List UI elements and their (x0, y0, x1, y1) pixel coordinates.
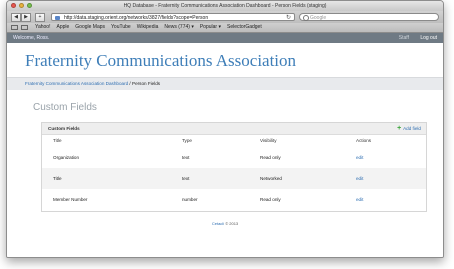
address-url: http://data.staging.orient.org/networks/… (64, 15, 209, 21)
bookmark-wikipedia[interactable]: Wikipedia (137, 23, 159, 32)
reload-icon[interactable]: ↻ (286, 14, 291, 20)
table-header-row: Title Type Visibility Actions (42, 135, 426, 147)
page-footer: Cetacli © 2013 (7, 221, 443, 226)
bookmark-popular[interactable]: Popular ▾ (200, 23, 221, 32)
column-header-visibility: Visibility (260, 138, 277, 143)
window-title: HQ Database - Fraternity Communications … (123, 3, 327, 9)
site-header: Fraternity Communications Association (7, 43, 443, 77)
column-header-actions: Actions (356, 138, 372, 143)
window-controls (11, 3, 32, 8)
welcome-text: Welcome, Ross. (13, 35, 50, 41)
add-field-button[interactable]: + Add field (397, 123, 421, 134)
minimize-window-button[interactable] (19, 3, 24, 8)
add-bookmark-button[interactable]: + (35, 13, 45, 22)
bookmark-youtube[interactable]: YouTube (111, 23, 131, 32)
panel-title: Custom Fields (48, 126, 80, 131)
organization-title[interactable]: Fraternity Communications Association (25, 51, 296, 71)
column-header-title: Title (53, 138, 62, 143)
custom-fields-panel: Custom Fields + Add field Title Type Visi… (41, 122, 427, 212)
edit-link[interactable]: edit (356, 189, 363, 210)
edit-link[interactable]: edit (356, 168, 363, 189)
reading-list-icon[interactable] (21, 25, 28, 30)
address-bar[interactable]: http://data.staging.orient.org/networks/… (51, 13, 295, 21)
field-title-cell: Organization (53, 155, 80, 160)
browser-toolbar: ◀ ▶ + http://data.staging.orient.org/net… (7, 11, 443, 23)
footer-copyright: © 2013 (224, 221, 239, 226)
logout-link[interactable]: Log out (420, 33, 437, 43)
page-title: Custom Fields (33, 102, 97, 113)
table-row: Organization text Read only edit (42, 147, 426, 168)
search-placeholder: Google (310, 15, 327, 21)
show-all-bookmarks-icon[interactable] (11, 25, 18, 30)
bookmark-items: Yahoo! Apple Google Maps YouTube Wikiped… (35, 23, 262, 32)
field-visibility-cell: Networked (260, 176, 282, 181)
bookmark-yahoo[interactable]: Yahoo! (35, 23, 50, 32)
bookmark-apple[interactable]: Apple (56, 23, 69, 32)
panel-header: Custom Fields + Add field (42, 123, 426, 135)
table-row: Member Number number Read only edit (42, 189, 426, 210)
table-row: Title text Networked edit (42, 168, 426, 189)
window-titlebar: HQ Database - Fraternity Communications … (7, 1, 443, 11)
search-icon (303, 15, 309, 21)
bookmark-selectorgadget[interactable]: SelectorGadget (227, 23, 262, 32)
app-top-bar: Welcome, Ross. Staff Log out (7, 33, 443, 43)
field-title-cell: Member Number (53, 197, 88, 202)
back-button[interactable]: ◀ (11, 13, 21, 22)
close-window-button[interactable] (11, 3, 16, 8)
field-type-cell: number (182, 197, 198, 202)
bookmarks-bar: Yahoo! Apple Google Maps YouTube Wikiped… (7, 23, 443, 33)
staff-link[interactable]: Staff (399, 33, 409, 43)
add-field-label: Add field (403, 126, 421, 131)
field-type-cell: text (182, 155, 190, 160)
zoom-window-button[interactable] (27, 3, 32, 8)
bookmark-news[interactable]: News (774) ▾ (164, 23, 193, 32)
browser-window: HQ Database - Fraternity Communications … (6, 0, 444, 258)
field-visibility-cell: Read only (260, 197, 281, 202)
main-content: Custom Fields Custom Fields + Add field T… (7, 90, 443, 257)
column-header-type: Type (182, 138, 192, 143)
footer-link[interactable]: Cetacli (212, 221, 224, 226)
breadcrumb-dashboard-link[interactable]: Fraternity Communications Association Da… (25, 81, 128, 86)
breadcrumb: Fraternity Communications Association Da… (7, 77, 443, 91)
field-title-cell: Title (53, 176, 62, 181)
edit-link[interactable]: edit (356, 147, 363, 168)
forward-button[interactable]: ▶ (21, 13, 31, 22)
site-favicon-icon (55, 16, 60, 20)
field-type-cell: text (182, 176, 190, 181)
breadcrumb-current: Person Fields (132, 81, 161, 86)
field-visibility-cell: Read only (260, 155, 281, 160)
bookmark-google-maps[interactable]: Google Maps (75, 23, 105, 32)
search-input[interactable]: Google (299, 13, 439, 21)
